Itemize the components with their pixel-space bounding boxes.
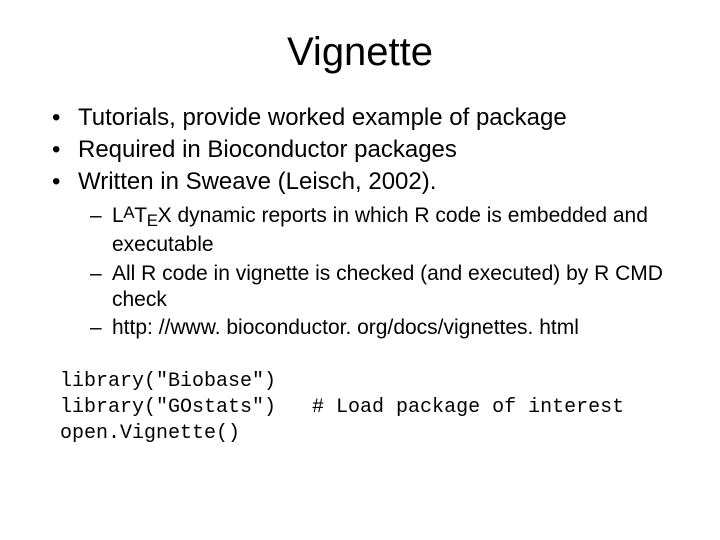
- slide: Vignette Tutorials, provide worked examp…: [0, 0, 720, 540]
- list-item: http: //www. bioconductor. org/docs/vign…: [90, 315, 690, 341]
- sub-bullet-text: http: //www. bioconductor. org/docs/vign…: [112, 316, 579, 339]
- latex-x: X: [158, 204, 172, 227]
- bullet-text: Required in Bioconductor packages: [78, 136, 457, 163]
- latex-e: E: [147, 211, 158, 230]
- list-item: All R code in vignette is checked (and e…: [90, 261, 690, 314]
- list-item: Written in Sweave (Leisch, 2002).: [52, 167, 690, 197]
- sub-bullet-text: All R code in vignette is checked (and e…: [112, 262, 663, 311]
- list-item: Required in Bioconductor packages: [52, 135, 690, 165]
- latex-t: T: [134, 204, 147, 227]
- bullet-text: Tutorials, provide worked example of pac…: [78, 104, 567, 131]
- list-item: LATEX dynamic reports in which R code is…: [90, 203, 690, 259]
- sub-bullet-text: dynamic reports in which R code is embed…: [112, 204, 648, 256]
- latex-a: A: [123, 203, 134, 222]
- slide-title: Vignette: [30, 30, 690, 75]
- latex-l: L: [112, 204, 124, 227]
- code-block: library("Biobase") library("GOstats") # …: [60, 369, 690, 447]
- latex-label: LATEX: [112, 204, 172, 227]
- list-item: Tutorials, provide worked example of pac…: [52, 103, 690, 133]
- bullet-list-level2: LATEX dynamic reports in which R code is…: [90, 203, 690, 341]
- bullet-text: Written in Sweave (Leisch, 2002).: [78, 168, 436, 195]
- bullet-list-level1: Tutorials, provide worked example of pac…: [52, 103, 690, 197]
